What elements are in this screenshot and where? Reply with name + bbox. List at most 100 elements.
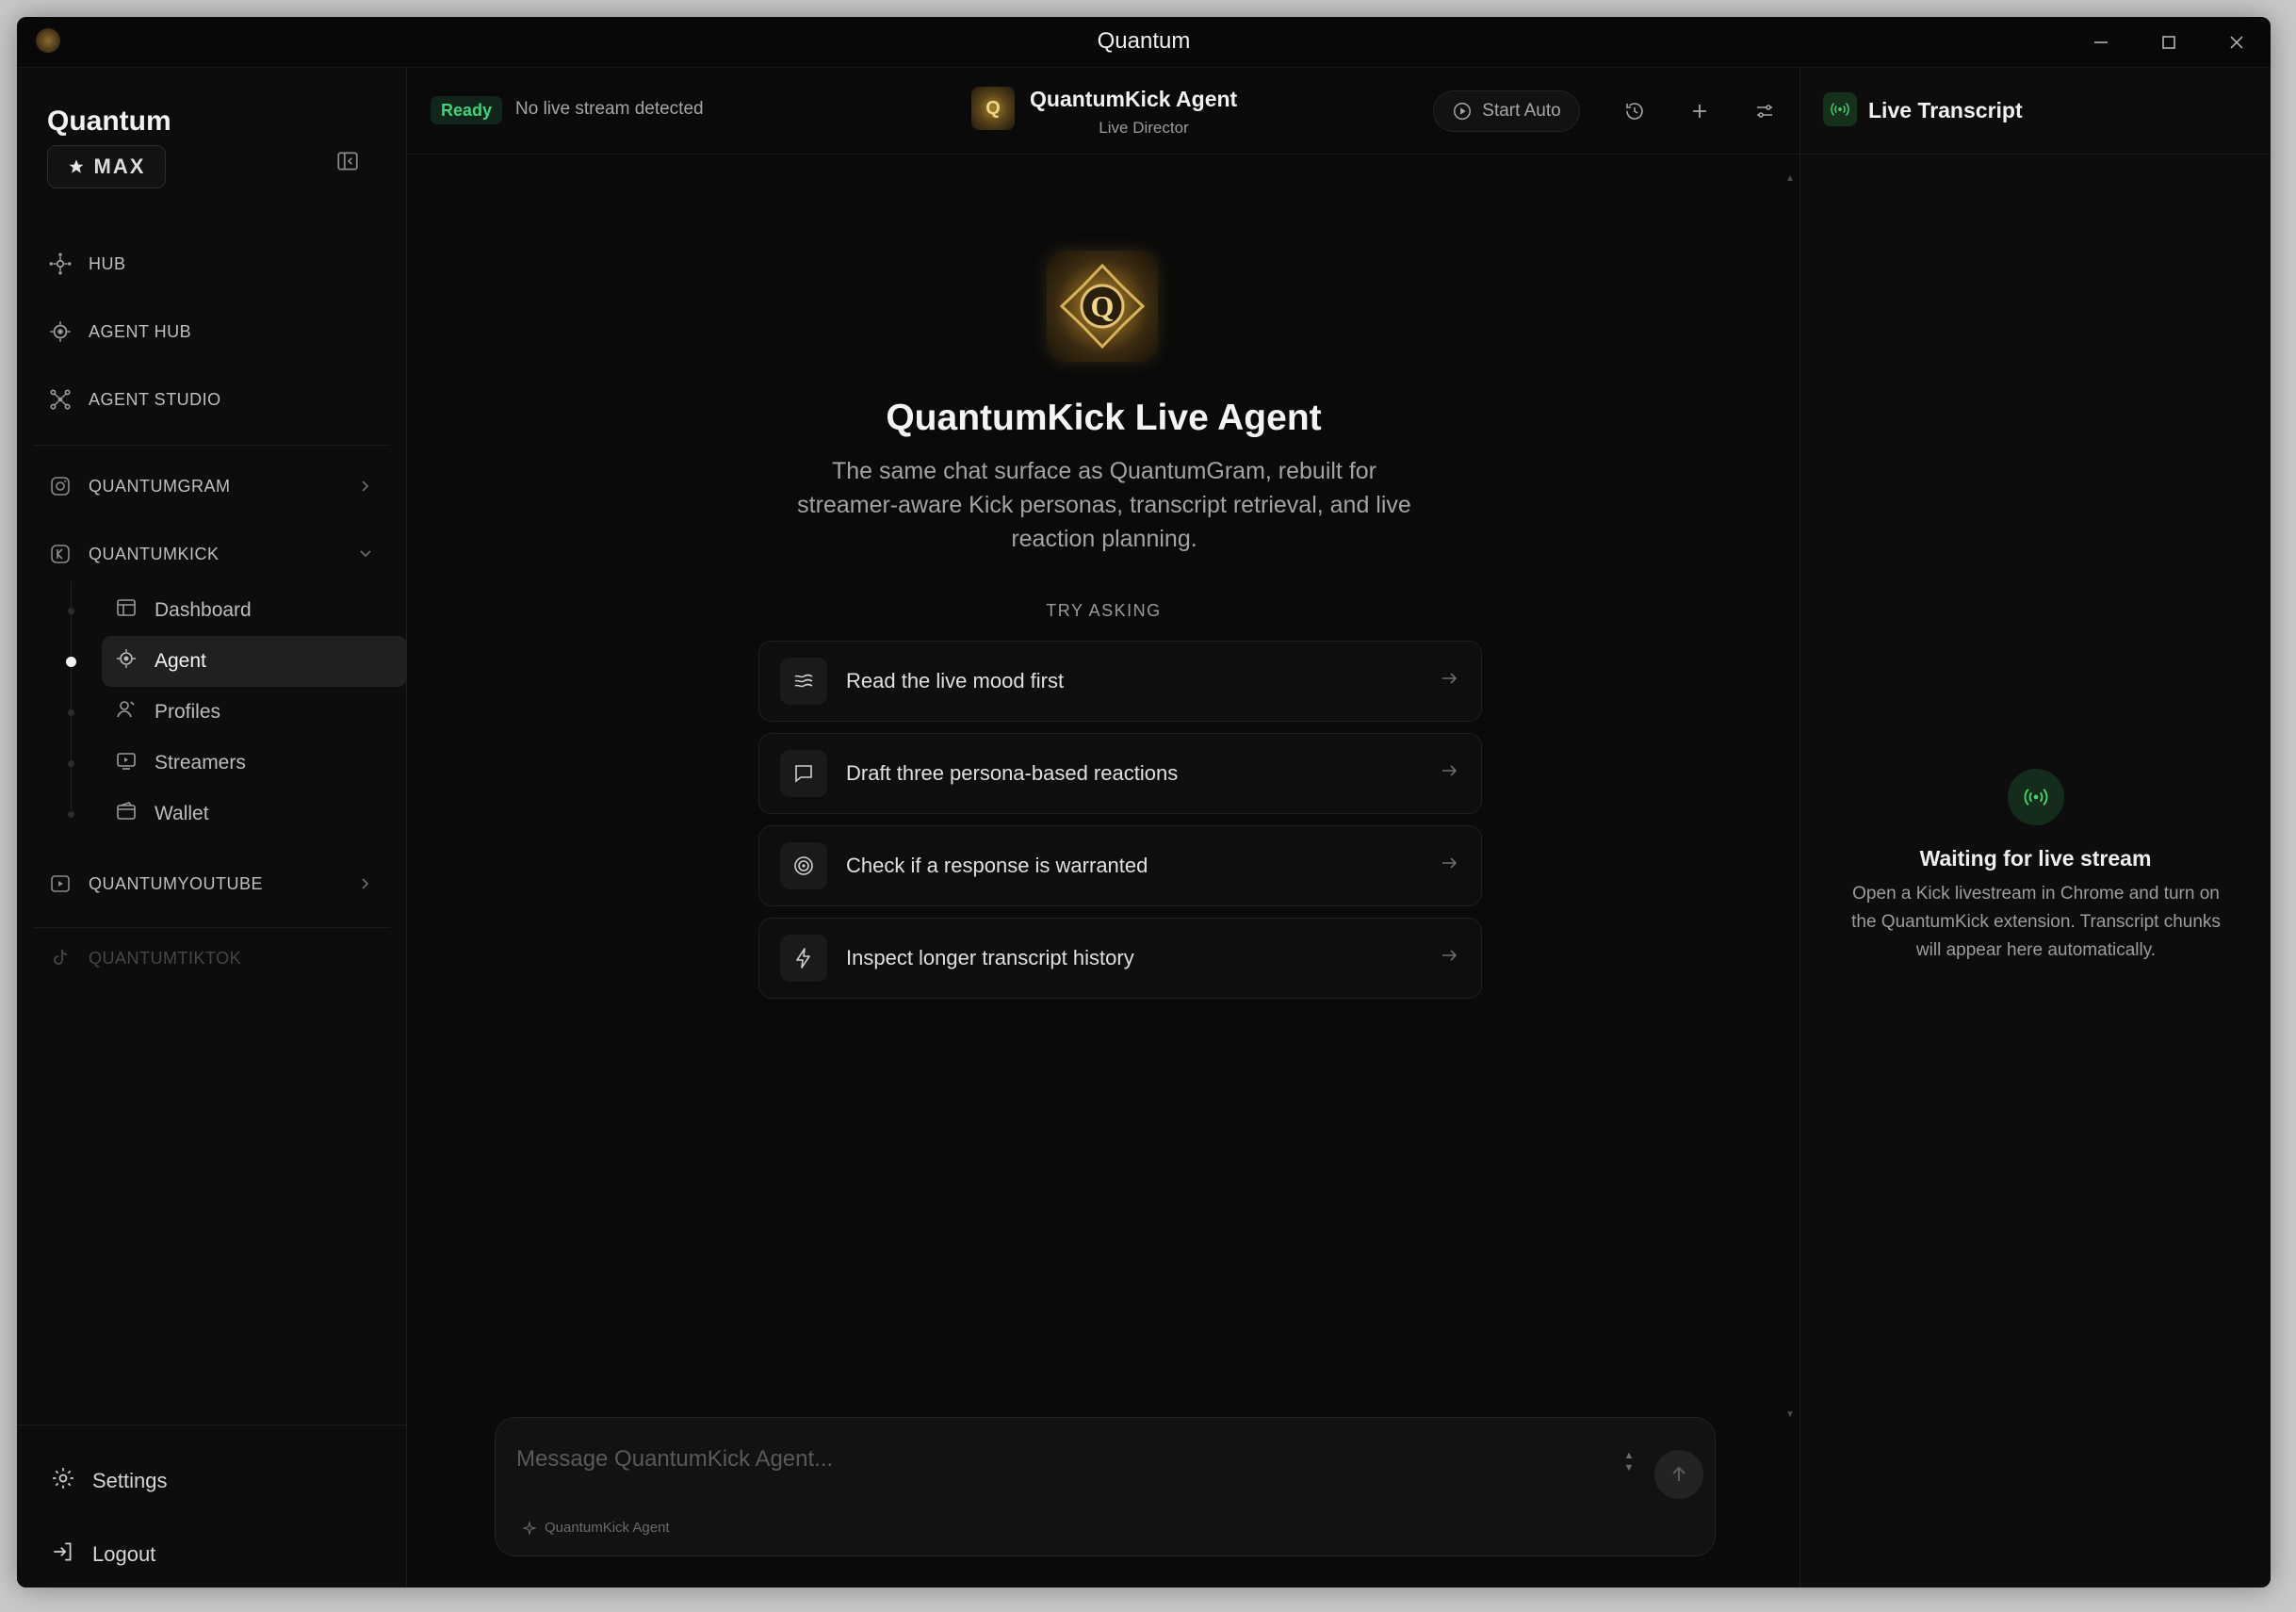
scroll-up-arrow[interactable]: ▲ bbox=[1785, 173, 1795, 184]
suggestion-check-response[interactable]: Check if a response is warranted bbox=[758, 825, 1482, 906]
hero-title: QuantumKick Live Agent bbox=[886, 398, 1322, 438]
agent-avatar: Q bbox=[971, 87, 1015, 130]
play-circle-icon bbox=[1454, 103, 1472, 120]
group-quantumtiktok: QUANTUMTIKTOK bbox=[47, 939, 241, 977]
kick-item-dashboard[interactable]: Dashboard bbox=[102, 585, 407, 636]
minimize-icon bbox=[2094, 41, 2108, 43]
arrow-right-icon bbox=[1440, 854, 1458, 878]
minimize-button[interactable] bbox=[2067, 17, 2135, 68]
lightning-icon bbox=[780, 935, 827, 982]
group-quantumtiktok-label: QUANTUMTIKTOK bbox=[89, 948, 242, 968]
svg-text:Q: Q bbox=[1091, 289, 1115, 323]
kick-item-dashboard-label: Dashboard bbox=[155, 599, 252, 621]
agent-role: Live Director bbox=[1099, 119, 1189, 137]
resize-handle[interactable]: ▲ ▼ bbox=[1622, 1450, 1636, 1478]
sidebar-toggle-icon bbox=[337, 152, 358, 171]
suggestion-label: Check if a response is warranted bbox=[846, 854, 1148, 877]
profiles-icon bbox=[115, 698, 138, 726]
try-asking-label: TRY ASKING bbox=[1046, 601, 1162, 620]
window-title: Quantum bbox=[1097, 28, 1191, 54]
plan-badge-label: MAX bbox=[93, 155, 146, 178]
group-quantumgram-label: QUANTUMGRAM bbox=[89, 476, 231, 496]
kick-item-profiles-label: Profiles bbox=[155, 701, 221, 723]
tree-dot bbox=[68, 760, 74, 767]
tree-dot bbox=[68, 811, 74, 818]
close-button[interactable] bbox=[2203, 17, 2271, 68]
send-button[interactable] bbox=[1654, 1450, 1703, 1499]
kick-item-profiles[interactable]: Profiles bbox=[102, 687, 407, 738]
kick-item-wallet[interactable]: Wallet bbox=[102, 789, 407, 839]
target-icon bbox=[780, 842, 827, 889]
maximize-button[interactable] bbox=[2135, 17, 2203, 68]
kick-item-agent[interactable]: Agent bbox=[102, 636, 407, 687]
nav-hub-label: HUB bbox=[89, 253, 126, 273]
live-transcript-panel: Live Transcript Waiting for live stream … bbox=[1799, 68, 2271, 1588]
composer-agent-tag: QuantumKick Agent bbox=[522, 1520, 670, 1536]
group-quantumyoutube[interactable]: QUANTUMYOUTUBE bbox=[47, 865, 263, 903]
main-panel: Ready No live stream detected Q QuantumK… bbox=[408, 68, 1799, 1588]
arrow-right-icon bbox=[1440, 761, 1458, 786]
nav-agent-studio-label: AGENT STUDIO bbox=[89, 389, 221, 409]
suggestion-label: Read the live mood first bbox=[846, 669, 1065, 692]
dashboard-icon bbox=[115, 596, 138, 625]
group-quantumyoutube-label: QUANTUMYOUTUBE bbox=[89, 873, 264, 893]
plan-badge: MAX bbox=[47, 145, 166, 188]
collapse-sidebar-button[interactable] bbox=[335, 149, 364, 177]
sliders-icon bbox=[1757, 105, 1772, 118]
broadcast-icon bbox=[1823, 92, 1857, 126]
logout-label: Logout bbox=[92, 1542, 156, 1566]
sidebar: Quantum MAX HUB AGENT HUB AGENT STUDIO Q… bbox=[17, 68, 407, 1588]
suggestion-inspect-history[interactable]: Inspect longer transcript history bbox=[758, 918, 1482, 999]
group-quantumkick[interactable]: QUANTUMKICK bbox=[47, 535, 220, 573]
sparkle-icon bbox=[522, 1520, 537, 1536]
transcript-title: Live Transcript bbox=[1868, 98, 2023, 122]
start-auto-label: Start Auto bbox=[1482, 101, 1561, 121]
composer-agent-tag-label: QuantumKick Agent bbox=[545, 1520, 670, 1536]
waiting-title: Waiting for live stream bbox=[1919, 846, 2152, 871]
chevron-down-icon[interactable] bbox=[356, 545, 375, 563]
tiktok-icon bbox=[47, 945, 73, 971]
agent-hub-icon bbox=[47, 318, 73, 345]
agent-name: QuantumKick Agent bbox=[1030, 87, 1238, 111]
message-input[interactable] bbox=[516, 1441, 1609, 1478]
waiting-description: Open a Kick livestream in Chrome and tur… bbox=[1851, 884, 2221, 960]
start-auto-button[interactable]: Start Auto bbox=[1433, 90, 1580, 132]
agent-settings-button[interactable] bbox=[1750, 96, 1780, 126]
logout-button[interactable]: Logout bbox=[51, 1534, 155, 1575]
suggestion-draft-reactions[interactable]: Draft three persona-based reactions bbox=[758, 733, 1482, 814]
agent-studio-icon bbox=[47, 386, 73, 413]
history-button[interactable] bbox=[1620, 96, 1650, 126]
chevron-right-icon[interactable] bbox=[356, 874, 375, 893]
nav-agent-hub-label: AGENT HUB bbox=[89, 321, 192, 341]
chevron-right-icon[interactable] bbox=[356, 477, 375, 496]
hub-icon bbox=[47, 251, 73, 277]
nav-agent-hub[interactable]: AGENT HUB bbox=[47, 313, 191, 350]
new-chat-button[interactable] bbox=[1685, 96, 1715, 126]
nav-divider bbox=[34, 927, 390, 928]
title-bar: Quantum bbox=[17, 17, 2271, 68]
suggestion-read-mood[interactable]: Read the live mood first bbox=[758, 641, 1482, 722]
nav-hub[interactable]: HUB bbox=[47, 245, 126, 283]
nav-agent-studio[interactable]: AGENT STUDIO bbox=[47, 381, 221, 418]
tree-dot bbox=[68, 709, 74, 716]
kick-item-streamers[interactable]: Streamers bbox=[102, 738, 407, 789]
wallet-icon bbox=[115, 800, 138, 828]
suggestion-label: Draft three persona-based reactions bbox=[846, 761, 1179, 785]
chat-header: Ready No live stream detected Q QuantumK… bbox=[408, 68, 1799, 155]
brand-name: Quantum bbox=[47, 106, 171, 137]
star-icon bbox=[69, 159, 84, 173]
message-square-icon bbox=[780, 750, 827, 797]
nav-divider bbox=[34, 445, 390, 446]
streamers-icon bbox=[115, 749, 138, 777]
plus-icon bbox=[1693, 105, 1706, 118]
scroll-down-arrow[interactable]: ▼ bbox=[1785, 1409, 1795, 1420]
group-quantumgram[interactable]: QUANTUMGRAM bbox=[47, 467, 231, 505]
broadcast-icon bbox=[2008, 769, 2064, 825]
settings-button[interactable]: Settings bbox=[51, 1460, 168, 1502]
agent-logo: Q bbox=[1047, 251, 1158, 362]
transcript-header: Live Transcript bbox=[1800, 68, 2271, 155]
history-icon bbox=[1626, 103, 1643, 120]
tree-line bbox=[71, 581, 72, 810]
message-composer: ▲▼ QuantumKick Agent bbox=[495, 1417, 1716, 1556]
waves-icon bbox=[780, 658, 827, 705]
